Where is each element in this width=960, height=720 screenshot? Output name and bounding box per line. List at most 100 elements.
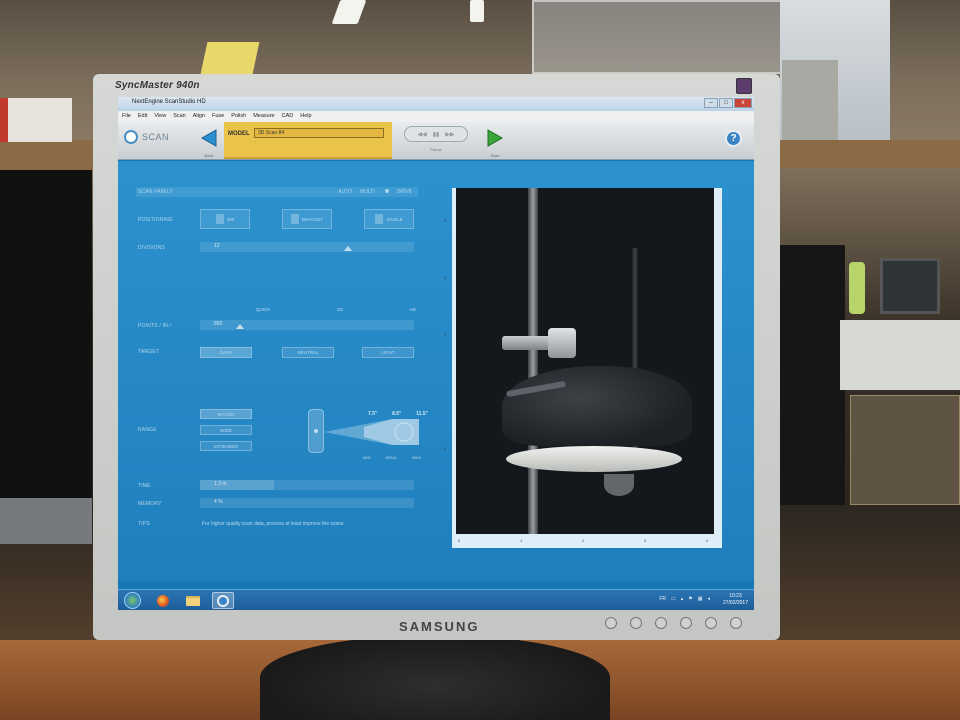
language-indicator[interactable]: FR xyxy=(659,596,666,602)
positioning-360-label: 360 xyxy=(226,216,235,222)
monitor-power-button[interactable] xyxy=(730,617,742,629)
volume-icon[interactable]: ◂ xyxy=(707,596,710,602)
time-fill xyxy=(200,480,274,490)
monitor-button[interactable] xyxy=(605,617,617,629)
divisions-slider[interactable]: 12 xyxy=(200,242,414,252)
menu-cad[interactable]: CAD xyxy=(282,111,294,122)
turntable-plate xyxy=(506,446,682,472)
menu-align[interactable]: Align xyxy=(193,111,205,122)
quality-quick[interactable]: QUICK xyxy=(256,307,270,312)
monitor-brand-label: SAMSUNG xyxy=(399,619,480,634)
range-macro-button[interactable]: MACRO xyxy=(200,409,252,419)
monitor-model-label: SyncMaster 940n xyxy=(115,80,200,91)
monitor-button[interactable] xyxy=(680,617,692,629)
positioning-label: POSITIONING xyxy=(138,217,173,223)
next-caption: Scan xyxy=(490,153,500,158)
ruler-tick: 3 xyxy=(643,538,647,543)
monitor-button[interactable] xyxy=(655,617,667,629)
forward-icon: ▶▶ xyxy=(445,131,455,138)
flag-icon[interactable]: ⚑ xyxy=(688,596,692,602)
points-label: POINTS / IN.² xyxy=(138,323,172,329)
quality-sd[interactable]: SD xyxy=(337,307,343,312)
points-slider[interactable]: 850 xyxy=(200,320,414,330)
menu-file[interactable]: File xyxy=(122,111,131,122)
scan-settings-panel: SCAN FAMILY AUTO MULTI DRIVE POSITIONING… xyxy=(136,187,428,577)
scanned-shoe xyxy=(502,366,692,446)
mode-multi[interactable]: MULTI xyxy=(360,189,375,195)
start-button[interactable] xyxy=(124,592,141,609)
clock[interactable]: 10:23 27/02/2017 xyxy=(723,593,748,607)
slider-knob-icon[interactable] xyxy=(236,324,244,329)
positioning-bracket-button[interactable]: BRACKET xyxy=(282,209,332,229)
system-tray: FR ▭ ▴ ⚑ ▦ ◂ xyxy=(659,596,710,602)
shelf-right xyxy=(780,140,960,168)
turntable-base xyxy=(604,474,634,496)
scan-mode-options: AUTO MULTI DRIVE xyxy=(338,189,412,195)
taskbar-explorer[interactable] xyxy=(182,592,204,609)
ruler-tick: 1 xyxy=(519,538,523,543)
back-button[interactable]: Back xyxy=(198,127,220,158)
help-button[interactable]: ? xyxy=(725,130,742,147)
radio-dot-icon xyxy=(384,189,389,193)
quality-hd[interactable]: HD xyxy=(410,307,417,312)
slider-knob-icon[interactable] xyxy=(344,246,352,251)
yellow-card xyxy=(200,42,260,74)
monitor-button[interactable] xyxy=(705,617,717,629)
model-label: MODEL xyxy=(228,131,250,137)
positioning-single-button[interactable]: SINGLE xyxy=(364,209,414,229)
menu-edit[interactable]: Edit xyxy=(138,111,147,122)
camera-preview[interactable] xyxy=(456,188,714,534)
scan-family-label: SCAN FAMILY xyxy=(138,189,173,195)
bottle xyxy=(849,262,865,314)
close-button[interactable]: x xyxy=(734,98,752,108)
network-icon[interactable]: ▦ xyxy=(698,596,703,602)
range-distances: 7.5" 8.5" 11.5" xyxy=(368,411,428,417)
menu-measure[interactable]: Measure xyxy=(253,111,274,122)
model-name-field[interactable]: 3D Scan 84 xyxy=(254,128,384,138)
target-label: TARGET xyxy=(138,349,160,355)
positioning-single-label: SINGLE xyxy=(386,216,403,222)
taskbar-firefox[interactable] xyxy=(152,592,174,609)
range-extended-button[interactable]: EXTENDED xyxy=(200,441,252,451)
positioning-360-button[interactable]: 360 xyxy=(200,209,250,229)
ruler-tick: 1 xyxy=(444,389,447,394)
taskbar-scanstudio[interactable] xyxy=(212,592,234,609)
playback-controls[interactable]: ◀◀ ▮▮ ▶▶ xyxy=(404,126,468,142)
rewind-icon: ◀◀ xyxy=(417,131,427,138)
clamp-knob xyxy=(548,328,576,358)
toolbar: SCAN Back MODEL 3D Scan 84 ◀◀ ▮▮ ▶▶ Paus… xyxy=(118,122,754,160)
keyboard-icon[interactable]: ▭ xyxy=(671,596,676,602)
monitor-button[interactable] xyxy=(630,617,642,629)
range-cone-icon xyxy=(324,419,419,445)
box-on-shelf xyxy=(0,98,72,142)
mode-auto[interactable]: AUTO xyxy=(338,189,352,195)
target-dark-button[interactable]: DARK xyxy=(200,347,252,358)
monitor-badge-icon xyxy=(736,78,752,94)
camera-left-ruler: 4 3 2 1 0 xyxy=(444,218,446,451)
mode-drive[interactable]: DRIVE xyxy=(397,189,412,195)
taskbar: FR ▭ ▴ ⚑ ▦ ◂ 10:23 27/02/2017 xyxy=(118,589,754,610)
computer-case xyxy=(0,498,92,544)
target-light-button[interactable]: LIGHT xyxy=(362,347,414,358)
menu-scan[interactable]: Scan xyxy=(173,111,186,122)
ceiling-light xyxy=(470,0,484,22)
minimize-button[interactable]: – xyxy=(704,98,718,108)
menu-view[interactable]: View xyxy=(154,111,166,122)
menu-help[interactable]: Help xyxy=(300,111,311,122)
ruler-tick: 0 xyxy=(444,446,447,451)
scan-mode-button[interactable]: SCAN xyxy=(124,130,169,144)
arrow-left-icon xyxy=(200,129,217,147)
range-label: RANGE xyxy=(138,427,157,433)
start-scan-button[interactable]: Scan xyxy=(484,127,506,158)
firefox-icon xyxy=(157,594,169,607)
range-wide-button[interactable]: WIDE xyxy=(200,425,252,435)
range-max-distance: 11.5" xyxy=(416,411,428,417)
target-neutral-button[interactable]: NEUTRAL xyxy=(282,347,334,358)
back-caption: Back xyxy=(204,153,214,158)
window-title: NextEngine ScanStudio HD xyxy=(132,99,206,105)
menu-polish[interactable]: Polish xyxy=(231,111,246,122)
menu-fuse[interactable]: Fuse xyxy=(212,111,224,122)
range-min-caption: MIN xyxy=(363,455,371,460)
show-hidden-icon[interactable]: ▴ xyxy=(681,596,684,602)
maximize-button[interactable]: □ xyxy=(719,98,733,108)
